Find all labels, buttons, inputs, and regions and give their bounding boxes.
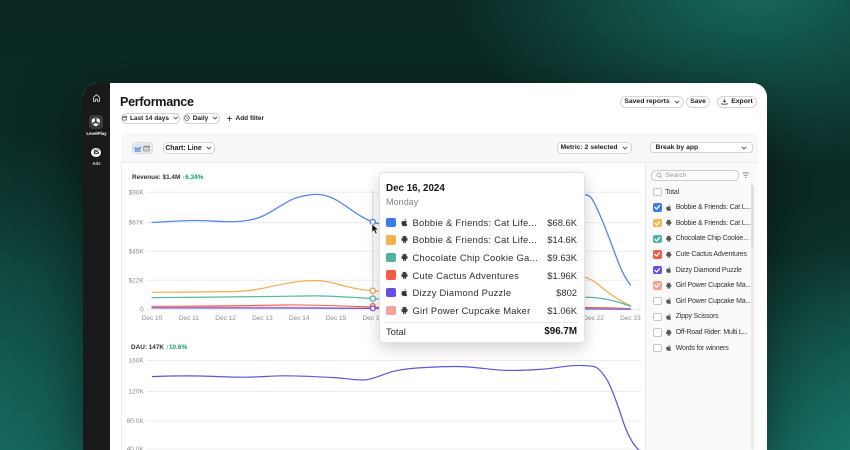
svg-text:$67K: $67K: [129, 220, 145, 227]
svg-text:0: 0: [140, 307, 144, 314]
svg-text:$22K: $22K: [129, 277, 145, 284]
svg-text:Dec 13: Dec 13: [252, 315, 273, 322]
svg-text:Dec 22: Dec 22: [583, 315, 604, 322]
svg-text:160K: 160K: [129, 358, 145, 365]
svg-text:Dec 14: Dec 14: [289, 315, 310, 322]
svg-text:Dec 12: Dec 12: [215, 315, 236, 322]
svg-text:Dec 11: Dec 11: [179, 315, 199, 322]
svg-text:80.0K: 80.0K: [127, 418, 145, 425]
svg-text:Dec 15: Dec 15: [326, 315, 347, 322]
svg-text:$45K: $45K: [129, 248, 145, 255]
svg-text:Dec 10: Dec 10: [142, 315, 163, 322]
svg-text:$90K: $90K: [129, 189, 145, 196]
svg-text:120K: 120K: [129, 389, 145, 396]
svg-text:40.0K: 40.0K: [127, 446, 145, 450]
svg-text:Dec 23: Dec 23: [620, 315, 641, 322]
